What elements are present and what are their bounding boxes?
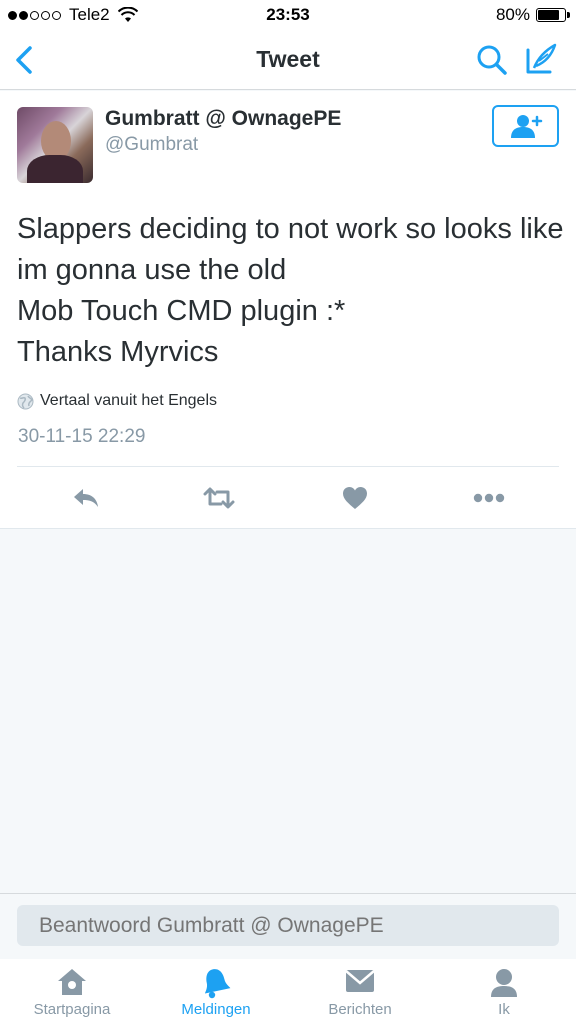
tab-messages[interactable]: Berichten: [288, 959, 432, 1024]
tab-home[interactable]: Startpagina: [0, 959, 144, 1024]
follow-button[interactable]: [492, 105, 559, 147]
retweet-icon: [203, 487, 235, 509]
reply-icon: [74, 489, 98, 507]
status-time: 23:53: [266, 5, 310, 24]
home-icon: [58, 969, 86, 995]
search-icon[interactable]: [476, 44, 508, 76]
tweet-text-line: Thanks Myrvics: [17, 336, 219, 368]
reply-bar: [0, 893, 576, 959]
more-dots-icon: [473, 493, 505, 503]
compose-tweet-icon[interactable]: [524, 42, 558, 76]
tweet-text-line: im gonna use the old: [17, 254, 287, 286]
tweet-text: Slappers deciding to not work so looks l…: [17, 209, 567, 373]
reply-input[interactable]: [17, 905, 559, 946]
bell-icon: [204, 969, 231, 999]
tab-notifications[interactable]: Meldingen: [144, 959, 288, 1024]
like-button[interactable]: [339, 483, 371, 513]
add-user-icon: [510, 115, 542, 138]
envelope-icon: [345, 970, 375, 992]
battery-percent: 80%: [495, 5, 530, 24]
avatar[interactable]: [17, 107, 93, 183]
user-display-name[interactable]: Gumbratt @ OwnagePE: [105, 107, 341, 131]
battery-level: [538, 10, 559, 20]
tab-profile[interactable]: Ik: [432, 959, 576, 1024]
user-handle[interactable]: @Gumbrat: [105, 134, 198, 156]
translate-label: Vertaal vanuit het Engels: [40, 392, 218, 409]
nav-bar: Tweet: [0, 30, 576, 90]
tweet-timestamp: 30-11-15 22:29: [18, 426, 146, 447]
tab-bar: Startpagina Meldingen Berichten Ik: [0, 959, 576, 1024]
status-right: 80%: [495, 5, 570, 25]
tweet-card: Gumbratt @ OwnagePE @Gumbrat Slappers de…: [0, 91, 576, 529]
tweet-text-line: Slappers deciding to not work so looks l…: [17, 213, 564, 245]
tab-label: Berichten: [328, 1001, 392, 1018]
tab-label: Ik: [498, 1001, 510, 1018]
tab-label: Meldingen: [181, 1001, 251, 1018]
heart-icon: [343, 487, 367, 509]
tab-label: Startpagina: [33, 1001, 111, 1018]
tweet-actions: [0, 467, 576, 529]
more-button[interactable]: [473, 483, 505, 513]
globe-icon: [17, 393, 34, 409]
tweet-text-line: Mob Touch CMD plugin :*: [17, 295, 346, 327]
reply-button[interactable]: [70, 483, 102, 513]
translate-link[interactable]: Vertaal vanuit het Engels: [17, 392, 217, 410]
retweet-button[interactable]: [203, 483, 235, 513]
battery-icon: [536, 8, 570, 22]
person-icon: [491, 969, 517, 997]
status-bar: Tele2 23:53 80%: [0, 0, 576, 30]
